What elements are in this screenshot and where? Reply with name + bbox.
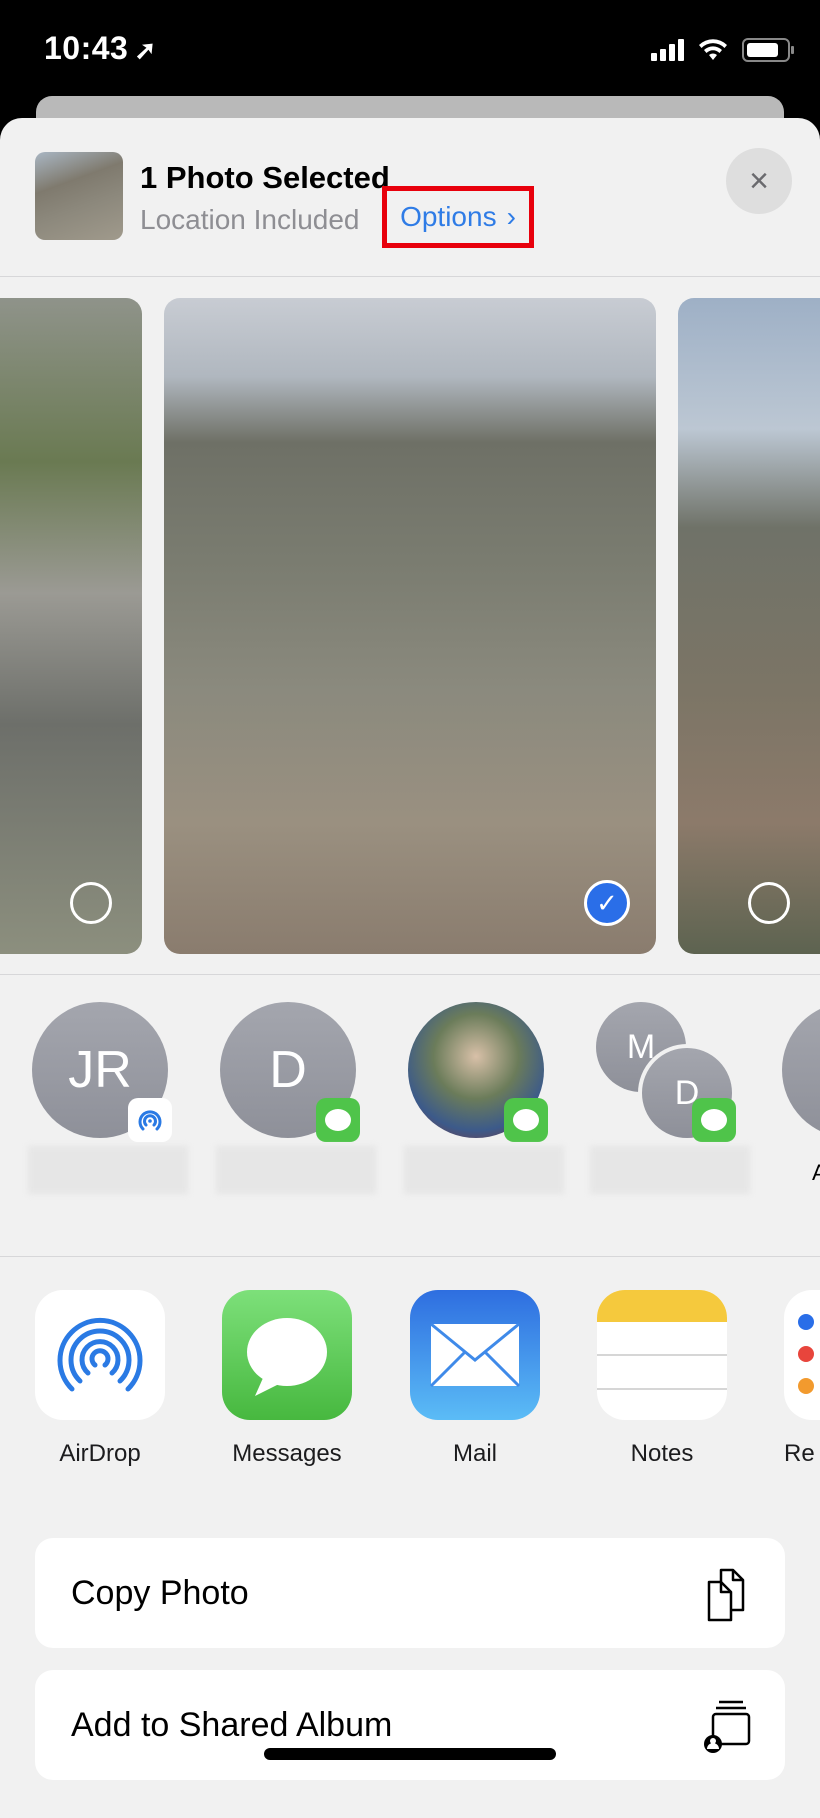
contact-name-blurred [404, 1146, 564, 1194]
person-suggestion[interactable]: A [782, 1002, 820, 1185]
avatar [782, 1002, 820, 1138]
app-notes[interactable]: Notes [597, 1290, 727, 1468]
selection-title: 1 Photo Selected [140, 160, 390, 195]
divider [0, 1256, 820, 1257]
cellular-signal-icon [651, 39, 684, 61]
person-suggestion[interactable] [404, 1002, 564, 1194]
contact-name-blurred [590, 1146, 750, 1194]
people-suggestions-row: JR D M D A [0, 978, 820, 1198]
person-suggestion[interactable]: D [216, 1002, 376, 1194]
apps-row: AirDrop Messages Mail Notes Re [0, 1268, 820, 1468]
copy-photo-action[interactable]: Copy Photo [35, 1538, 785, 1648]
share-sheet-header: 1 Photo Selected Location Included Optio… [0, 118, 820, 276]
close-icon: × [749, 161, 769, 200]
location-arrow-icon: ➚ [134, 35, 157, 65]
shared-album-icon [704, 1700, 751, 1753]
selected-photo-thumbnail [35, 152, 123, 240]
battery-icon [742, 38, 794, 62]
app-reminders[interactable]: Re [784, 1290, 820, 1468]
photo-option-selected[interactable]: ✓ [164, 298, 656, 954]
notes-icon [597, 1290, 727, 1420]
airdrop-icon [35, 1290, 165, 1420]
close-button[interactable]: × [726, 148, 792, 214]
messages-badge-icon [316, 1098, 360, 1142]
unselected-circle-icon[interactable] [748, 882, 790, 924]
app-mail[interactable]: Mail [410, 1290, 540, 1468]
messages-badge-icon [692, 1098, 736, 1142]
time-text: 10:43 [44, 30, 129, 66]
options-label: Options [400, 201, 497, 232]
messages-badge-icon [504, 1098, 548, 1142]
app-airdrop[interactable]: AirDrop [35, 1290, 165, 1468]
status-bar: 10:43 ➚ [0, 0, 820, 100]
contact-name-blurred [216, 1146, 376, 1194]
location-status: Location Included [140, 204, 360, 235]
options-button[interactable]: Options › [382, 186, 534, 248]
chevron-right-icon: › [506, 201, 516, 232]
app-messages[interactable]: Messages [222, 1290, 352, 1468]
app-label: Notes [630, 1440, 694, 1467]
wifi-icon [699, 39, 727, 60]
app-label: AirDrop [59, 1440, 141, 1467]
divider [0, 276, 820, 277]
checkmark-icon[interactable]: ✓ [584, 880, 630, 926]
copy-icon [707, 1568, 745, 1622]
divider [0, 974, 820, 975]
mail-icon [410, 1290, 540, 1420]
person-suggestion[interactable]: JR [28, 1002, 188, 1194]
share-sheet: 1 Photo Selected Location Included Optio… [0, 118, 820, 1818]
add-to-shared-album-action[interactable]: Add to Shared Album [35, 1670, 785, 1780]
contact-name-blurred [28, 1146, 188, 1194]
action-label: Add to Shared Album [71, 1706, 393, 1744]
app-label: Re [784, 1440, 815, 1467]
messages-icon [222, 1290, 352, 1420]
photo-option[interactable] [0, 298, 142, 954]
action-label: Copy Photo [71, 1574, 249, 1612]
home-indicator[interactable] [264, 1748, 556, 1760]
group-suggestion[interactable]: M D [590, 1002, 750, 1194]
clock: 10:43 ➚ [44, 30, 157, 67]
reminders-icon [784, 1290, 820, 1420]
contact-name: A [812, 1160, 820, 1185]
app-label: Messages [232, 1440, 342, 1467]
airdrop-badge-icon [128, 1098, 172, 1142]
app-label: Mail [452, 1440, 497, 1467]
unselected-circle-icon[interactable] [70, 882, 112, 924]
photo-option[interactable] [678, 298, 820, 954]
